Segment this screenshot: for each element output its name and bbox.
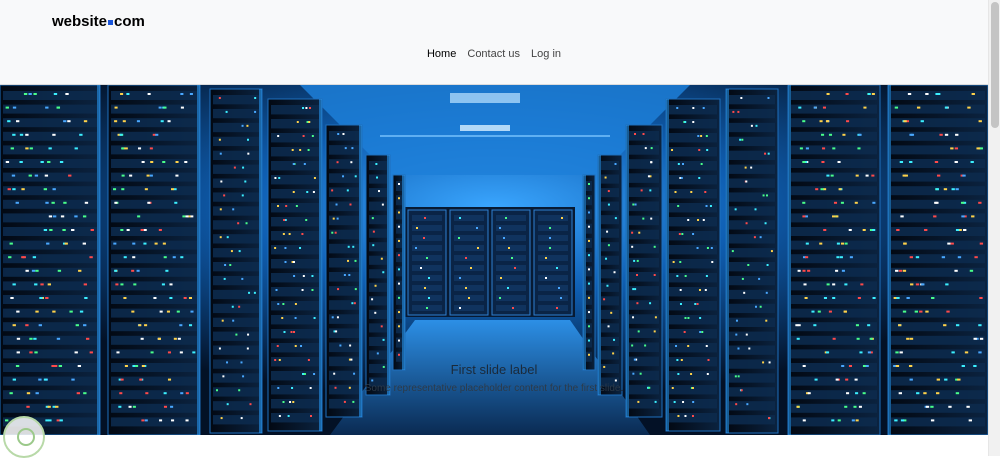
caption-title: First slide label bbox=[450, 362, 538, 377]
page: website com Home Contact us Log in First… bbox=[0, 0, 988, 456]
scrollbar[interactable] bbox=[988, 0, 1000, 456]
nav-home-link[interactable]: Home bbox=[427, 48, 456, 60]
nav-contact-link[interactable]: Contact us bbox=[467, 48, 520, 60]
brand-name-part-2: com bbox=[114, 13, 145, 30]
brand-dot-icon bbox=[108, 20, 114, 25]
carousel-caption: First slide label Some representative pl… bbox=[0, 362, 988, 394]
floating-widget-icon[interactable] bbox=[3, 416, 45, 458]
navbar: website com Home Contact us Log in bbox=[0, 0, 988, 85]
brand-name-part-1: website bbox=[52, 13, 108, 30]
hero-carousel[interactable]: First slide label Some representative pl… bbox=[0, 85, 988, 435]
caption-text: Some representative placeholder content … bbox=[364, 383, 624, 394]
main-nav: Home Contact us Log in bbox=[0, 48, 988, 60]
scrollbar-thumb[interactable] bbox=[991, 2, 999, 128]
brand-logo[interactable]: website com bbox=[52, 13, 145, 30]
nav-login-link[interactable]: Log in bbox=[531, 48, 561, 60]
